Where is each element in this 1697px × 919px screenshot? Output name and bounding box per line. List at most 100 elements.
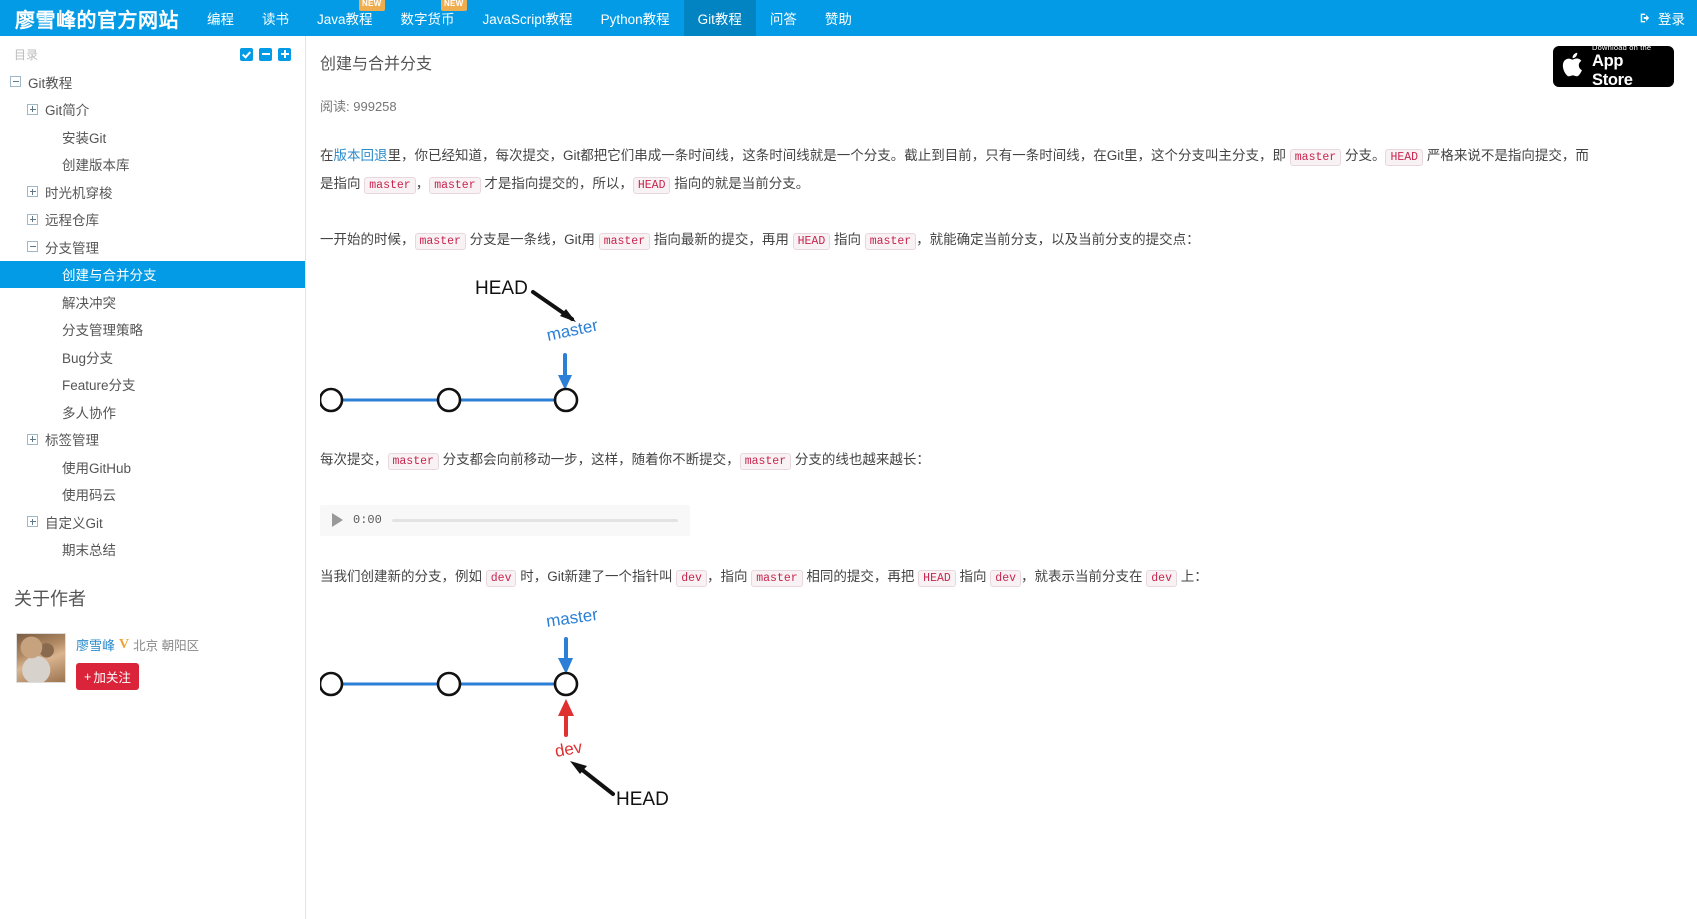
paragraph-3: 每次提交， master 分支都会向前移动一步，这样，随着你不断提交， master… (320, 447, 1590, 475)
nav-item-sponsor[interactable]: 赞助 (811, 0, 866, 36)
expand-icon[interactable] (27, 213, 38, 225)
nav-item-label: Python教程 (600, 12, 670, 27)
link-version-rollback[interactable]: 版本回退 (334, 148, 388, 163)
page-title: 创建与合并分支 (320, 56, 433, 73)
text-run: 才是指向提交的，所以， (480, 176, 633, 191)
nav-item-label: 赞助 (824, 12, 852, 27)
audio-player[interactable]: 0:00 (320, 504, 690, 536)
toc-node: Bug分支 (0, 343, 305, 371)
text-run: 分支是一条线，Git用 (465, 232, 599, 247)
branch-diagram-2: master dev HEAD (318, 605, 1677, 820)
check-icon[interactable] (240, 47, 253, 61)
sidebar-item-时光机穿梭[interactable]: 时光机穿梭 (0, 178, 305, 206)
sidebar-item-期末总结[interactable]: 期末总结 (0, 536, 305, 564)
sidebar-item-Feature分支[interactable]: Feature分支 (0, 371, 305, 399)
text-run: 时，Git新建了一个指针叫 (516, 568, 677, 584)
site-brand[interactable]: 廖雪峰的官方网站 (0, 0, 193, 36)
toc-title: 目录 (14, 47, 39, 62)
code-master: master (387, 452, 439, 470)
nav-item-javascript[interactable]: JavaScript教程 (469, 0, 587, 36)
login-button[interactable]: 登录 (1639, 8, 1685, 28)
sidebar-item-安装Git[interactable]: 安装Git (0, 123, 305, 151)
minus-icon[interactable] (259, 47, 272, 61)
collapse-icon[interactable] (27, 241, 38, 253)
commit-node (318, 671, 344, 697)
sidebar-item-label: Feature分支 (62, 378, 136, 394)
toc-node: 期末总结 (0, 536, 305, 564)
sidebar-item-解决冲突[interactable]: 解决冲突 (0, 288, 305, 316)
nav-item-java[interactable]: Java教程 NEW (303, 0, 387, 36)
plus-icon: + (84, 669, 92, 684)
commit-node (553, 671, 579, 697)
sidebar-item-Git教程[interactable]: Git教程 (0, 68, 305, 96)
audio-progress-track[interactable] (391, 518, 678, 522)
code-master: master (598, 233, 651, 250)
spacer-icon (44, 461, 55, 472)
sidebar-item-分支管理策略[interactable]: 分支管理策略 (0, 316, 305, 344)
nav-item-python[interactable]: Python教程 (587, 0, 684, 36)
follow-button[interactable]: + 加关注 (76, 663, 139, 690)
sidebar-item-标签管理[interactable]: 标签管理 (0, 426, 305, 454)
text-run: 在 (320, 148, 334, 163)
sidebar-item-使用码云[interactable]: 使用码云 (0, 481, 305, 509)
nav-item-crypto[interactable]: 数字货币 NEW (387, 0, 469, 36)
avatar[interactable] (16, 633, 66, 683)
read-count: 阅读: 999258 (320, 96, 1677, 115)
sidebar-item-label: Git教程 (28, 75, 73, 91)
sidebar-item-label: 创建版本库 (62, 158, 130, 174)
code-master: master (429, 177, 481, 194)
sidebar-item-自定义Git[interactable]: 自定义Git (0, 508, 305, 536)
sidebar-item-多人协作[interactable]: 多人协作 (0, 398, 305, 426)
code-master: master (864, 233, 917, 250)
author-location: 北京 朝阳区 (133, 639, 200, 653)
apple-icon (1561, 50, 1586, 84)
toc-node: 自定义Git (0, 508, 305, 536)
code-dev: dev (485, 569, 517, 587)
sidebar-item-远程仓库[interactable]: 远程仓库 (0, 206, 305, 234)
play-icon[interactable] (332, 513, 343, 527)
sidebar-item-label: 分支管理策略 (62, 323, 143, 339)
toc-node: Git简介 (0, 96, 305, 124)
expand-icon[interactable] (27, 103, 38, 115)
toc-tree: Git教程 Git简介 安装Git 创建版本库时光机穿梭远程仓库 分支管理 创建与合并分支… (0, 68, 305, 563)
toc-node: Git教程 (0, 68, 305, 96)
sidebar-item-创建与合并分支[interactable]: 创建与合并分支 (0, 260, 305, 288)
sidebar-item-label: 多人协作 (62, 405, 116, 421)
appstore-badge[interactable]: Download on the App Store (1553, 43, 1674, 89)
nav-item-qa[interactable]: 问答 (756, 0, 811, 36)
expand-icon[interactable] (27, 186, 38, 198)
sidebar-item-Bug分支[interactable]: Bug分支 (0, 343, 305, 371)
text-run: 分支都会向前移动一步，这样，随着你不断提交， (438, 451, 740, 467)
diagram2-master-label: master (545, 605, 599, 631)
expand-icon[interactable] (27, 433, 38, 445)
sidebar-item-使用GitHub[interactable]: 使用GitHub (0, 453, 305, 481)
text-run: ，就表示当前分支在 (1021, 568, 1147, 584)
toc-actions (240, 47, 291, 61)
nav-item-label: 编程 (207, 12, 234, 27)
read-label: 阅读: (320, 99, 350, 114)
text-run: 上： (1177, 568, 1208, 584)
paragraph-4: 当我们创建新的分支，例如 dev 时，Git新建了一个指针叫 dev ，指向 ma… (320, 564, 1590, 592)
commit-node (553, 387, 579, 412)
plus-icon[interactable] (278, 47, 291, 61)
sidebar-item-创建版本库[interactable]: 创建版本库 (0, 151, 305, 179)
nav-item-读书[interactable]: 读书 (248, 0, 303, 36)
collapse-icon[interactable] (10, 76, 21, 88)
sidebar-item-label: 时光机穿梭 (45, 185, 113, 201)
login-label: 登录 (1658, 12, 1685, 27)
toc-node: 远程仓库 (0, 206, 305, 234)
code-master: master (364, 177, 416, 194)
text-run: 每次提交， (320, 451, 388, 467)
nav-item-label: 问答 (769, 12, 797, 27)
toc-node: 解决冲突 (0, 288, 305, 316)
sidebar-item-Git简介[interactable]: Git简介 (0, 96, 305, 124)
expand-icon[interactable] (27, 516, 38, 528)
audio-time: 0:00 (353, 513, 382, 527)
author-name[interactable]: 廖雪峰 (76, 635, 115, 654)
nav-item-编程[interactable]: 编程 (193, 0, 248, 36)
nav-item-git[interactable]: Git教程 (683, 0, 756, 36)
branch-diagram-1: HEAD master (318, 269, 1677, 419)
nav-item-label: 读书 (262, 12, 289, 27)
toc-node: 创建版本库 (0, 151, 305, 179)
sidebar-item-分支管理[interactable]: 分支管理 (0, 233, 305, 261)
